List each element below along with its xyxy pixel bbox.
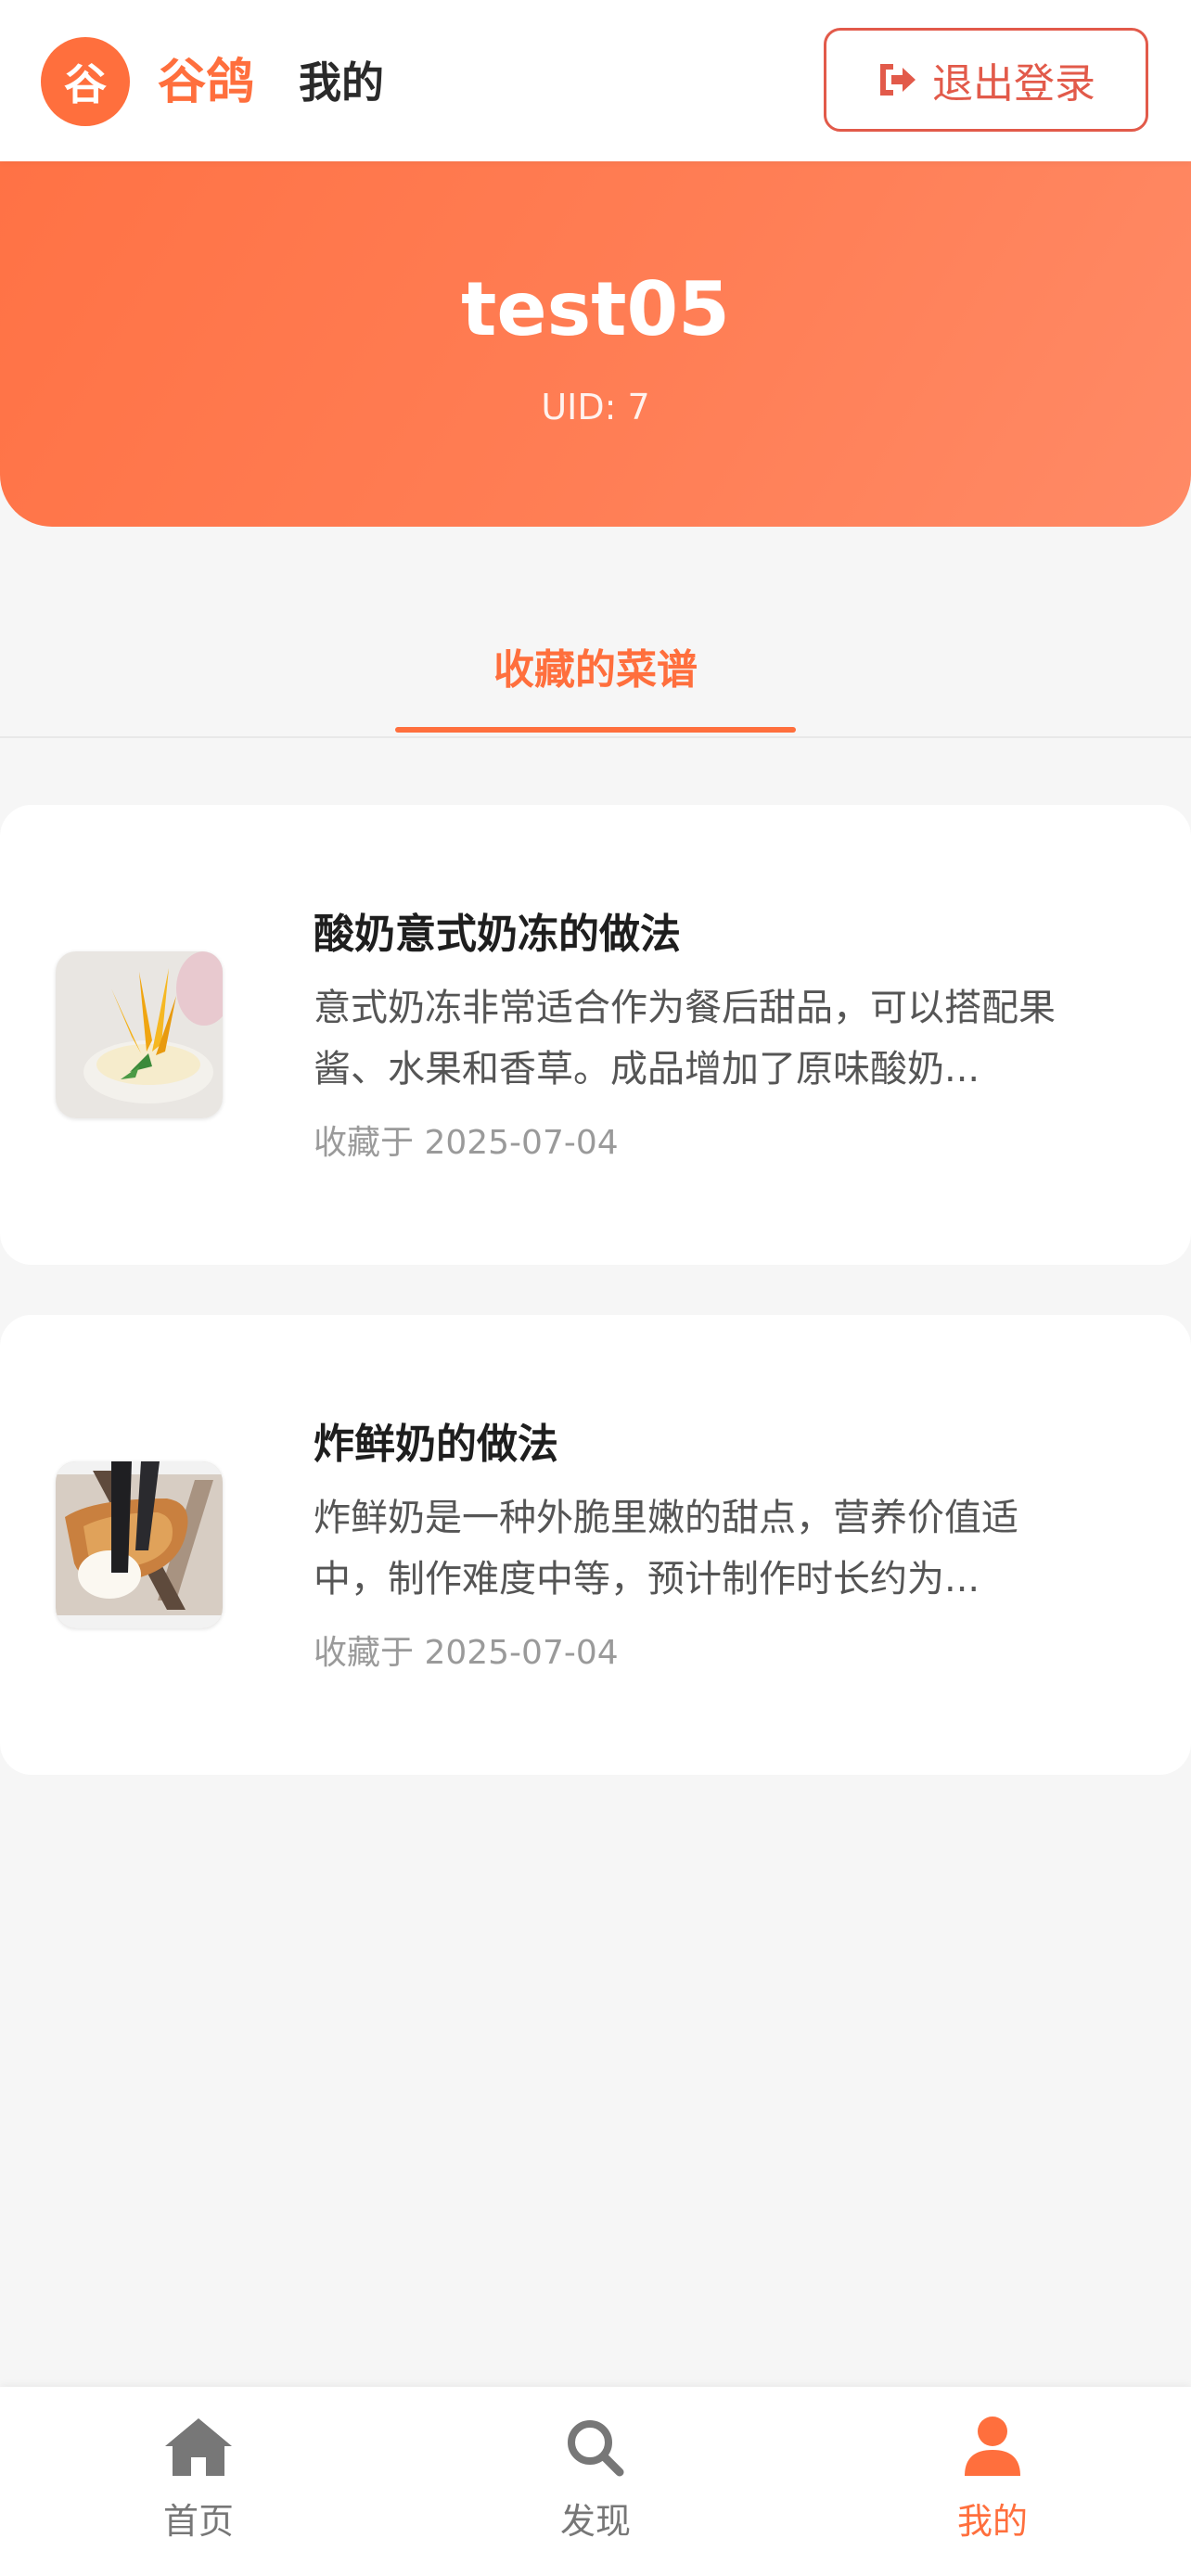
recipe-description-line: 中，制作难度中等，预计制作时长约为... (314, 1558, 980, 1600)
home-icon (165, 2418, 232, 2476)
recipe-description: 炸鲜奶是一种外脆里嫩的甜点，营养价值适 中，制作难度中等，预计制作时长约为... (314, 1487, 1130, 1610)
active-tab-indicator (395, 727, 796, 733)
favorite-recipe-card[interactable]: 酸奶意式奶冻的做法 意式奶冻非常适合作为餐后甜品，可以搭配果 酱、水果和香草。成… (0, 805, 1191, 1265)
favorite-recipe-card[interactable]: 炸鲜奶的做法 炸鲜奶是一种外脆里嫩的甜点，营养价值适 中，制作难度中等，预计制作… (0, 1315, 1191, 1775)
logo-badge[interactable]: 谷 (41, 37, 130, 126)
brand-name[interactable]: 谷鸽 (158, 50, 254, 115)
recipe-description-line: 意式奶冻非常适合作为餐后甜品，可以搭配果 (314, 987, 1056, 1029)
nav-mine[interactable]: 我的 (794, 2387, 1191, 2576)
recipe-thumbnail[interactable] (56, 951, 223, 1118)
page-title: 我的 (299, 57, 384, 108)
nav-discover-label: 发现 (559, 2501, 631, 2542)
recipe-description-line: 酱、水果和香草。成品增加了原味酸奶... (314, 1048, 980, 1090)
logout-button[interactable]: 退出登录 (824, 28, 1148, 132)
nav-discover[interactable]: 发现 (397, 2387, 794, 2576)
tab-favorite-recipes[interactable]: 收藏的菜谱 (395, 618, 796, 736)
profile-banner: test05 UID: 7 (0, 161, 1191, 527)
username: test05 (461, 266, 730, 352)
recipe-description: 意式奶冻非常适合作为餐后甜品，可以搭配果 酱、水果和香草。成品增加了原味酸奶..… (314, 977, 1130, 1100)
user-id: UID: 7 (541, 387, 650, 427)
user-icon (965, 2417, 1020, 2476)
fried-milk-image (56, 1461, 223, 1628)
search-icon (568, 2420, 624, 2477)
logo-char: 谷 (64, 59, 107, 109)
recipe-description-line: 炸鲜奶是一种外脆里嫩的甜点，营养价值适 (314, 1497, 1018, 1539)
recipe-thumbnail[interactable] (56, 1461, 223, 1628)
panna-cotta-image (56, 951, 223, 1118)
nav-home[interactable]: 首页 (0, 2387, 397, 2576)
top-bar: 谷 谷鸽 我的 退出登录 (0, 0, 1191, 161)
sign-out-icon (880, 64, 916, 96)
logout-label: 退出登录 (932, 60, 1095, 108)
recipe-title[interactable]: 炸鲜奶的做法 (314, 1417, 558, 1473)
nav-mine-label: 我的 (956, 2501, 1028, 2542)
tab-bar: 收藏的菜谱 (0, 618, 1191, 738)
favorited-date: 收藏于 2025-07-04 (314, 1124, 619, 1162)
favorited-date: 收藏于 2025-07-04 (314, 1634, 619, 1672)
recipe-title[interactable]: 酸奶意式奶冻的做法 (314, 907, 681, 963)
bottom-nav: 首页 发现 我的 (0, 2387, 1191, 2576)
nav-home-label: 首页 (162, 2501, 234, 2542)
